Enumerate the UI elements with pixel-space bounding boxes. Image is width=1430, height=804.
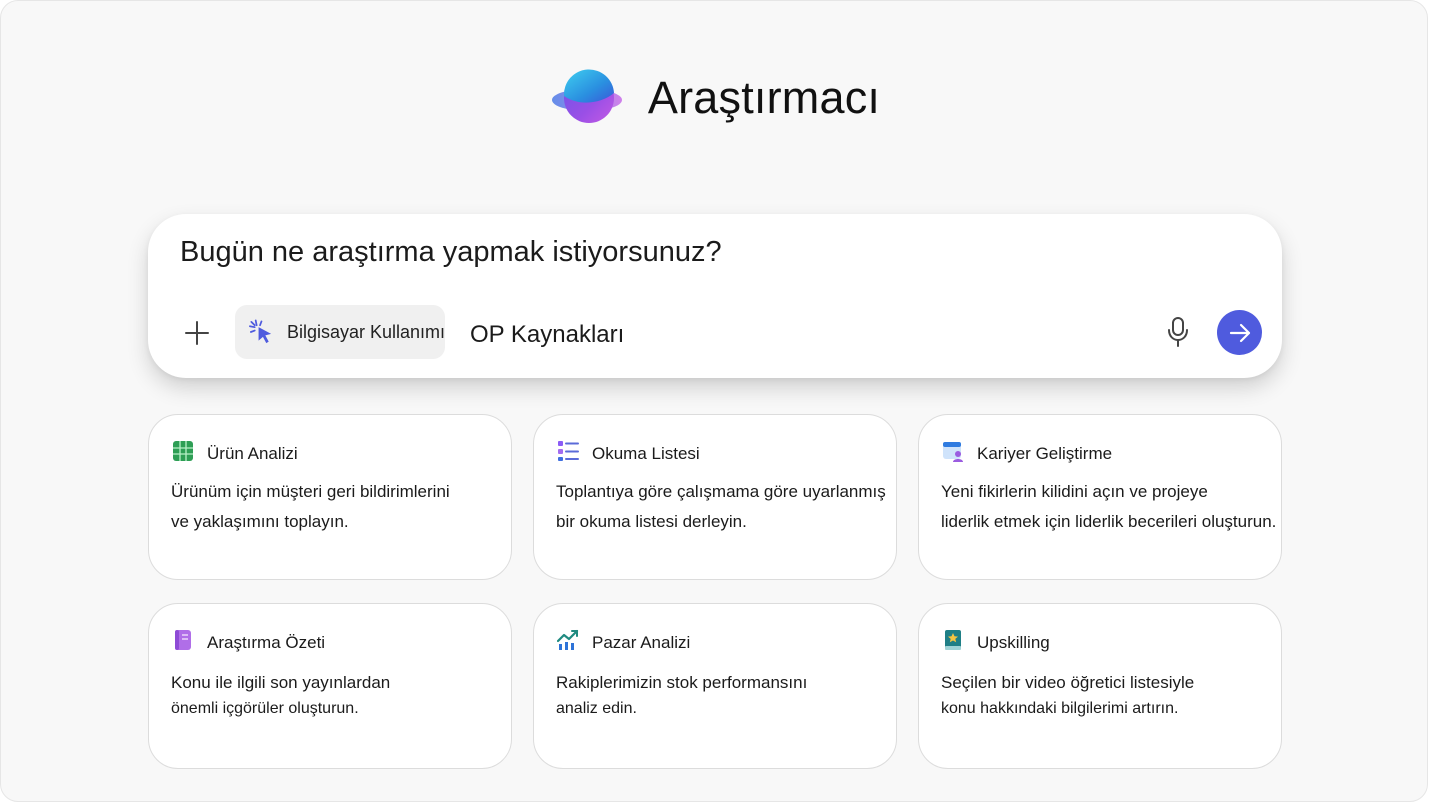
microphone-button[interactable] — [1164, 315, 1192, 349]
card-description: Yeni fikirlerin kilidini açın ve projeye — [941, 482, 1208, 501]
add-button[interactable] — [178, 314, 216, 352]
card-description: Toplantıya göre çalışmama göre uyarlanmı… — [556, 482, 886, 501]
card-description: ve yaklaşımını toplayın. — [171, 512, 349, 531]
spreadsheet-icon — [173, 441, 193, 461]
research-prompt-input[interactable] — [180, 236, 1080, 269]
app-title: Araştırmacı — [647, 72, 881, 123]
suggestion-card-reading-list[interactable]: Okuma Listesi Toplantıya göre çalışmama … — [533, 414, 897, 580]
planet-logo-icon — [551, 69, 622, 123]
send-button[interactable] — [1217, 310, 1262, 355]
card-title: Ürün Analizi — [207, 444, 298, 463]
card-description: Seçilen bir video öğretici listesiyle — [941, 673, 1195, 692]
composer: .composer-prompt::placeholder{color:#1b1… — [148, 214, 1282, 378]
card-title: Araştırma Özeti — [207, 633, 326, 652]
suggestion-card-career-development[interactable]: Kariyer Geliştirme Yeni fikirlerin kilid… — [918, 414, 1282, 580]
suggestion-card-product-analysis[interactable]: Ürün Analizi Ürünüm için müşteri geri bi… — [148, 414, 512, 580]
pointer-click-icon — [249, 319, 272, 344]
notebook-icon — [175, 630, 191, 650]
card-title: Kariyer Geliştirme — [977, 444, 1113, 463]
card-description: Rakiplerimizin stok performansını — [556, 673, 808, 692]
arrow-right-icon — [1229, 323, 1250, 342]
card-title: Upskilling — [977, 633, 1050, 652]
header: Araştırmacı — [0, 58, 1430, 138]
suggestion-card-upskilling[interactable]: Upskilling Seçilen bir video öğretici li… — [918, 603, 1282, 769]
card-description: bir okuma listesi derleyin. — [556, 512, 747, 531]
book-star-icon — [945, 630, 961, 650]
card-title: Pazar Analizi — [592, 633, 691, 652]
op-sources-chip[interactable]: OP Kaynakları — [470, 321, 624, 349]
suggestion-card-market-analysis[interactable]: Pazar Analizi Rakiplerimizin stok perfor… — [533, 603, 897, 769]
card-description: Konu ile ilgili son yayınlardan — [171, 673, 391, 692]
list-icon — [558, 441, 579, 461]
computer-use-label: Bilgisayar Kullanımı — [286, 321, 445, 342]
card-description: analiz edin. — [556, 700, 637, 717]
card-description: liderlik etmek için liderlik becerileri … — [941, 512, 1277, 531]
card-description: önemli içgörüler oluşturun. — [171, 700, 359, 717]
microphone-icon — [1168, 317, 1188, 347]
computer-use-chip[interactable]: Bilgisayar Kullanımı — [235, 305, 445, 359]
card-description: konu hakkındaki bilgilerimi artırın. — [941, 700, 1179, 717]
trend-chart-icon — [557, 629, 579, 650]
card-title: Okuma Listesi — [592, 444, 700, 463]
plus-icon — [185, 321, 209, 345]
calendar-person-icon — [943, 442, 963, 462]
suggestion-card-research-summary[interactable]: Araştırma Özeti Konu ile ilgili son yayı… — [148, 603, 512, 769]
card-description: Ürünüm için müşteri geri bildirimlerini — [171, 482, 450, 501]
